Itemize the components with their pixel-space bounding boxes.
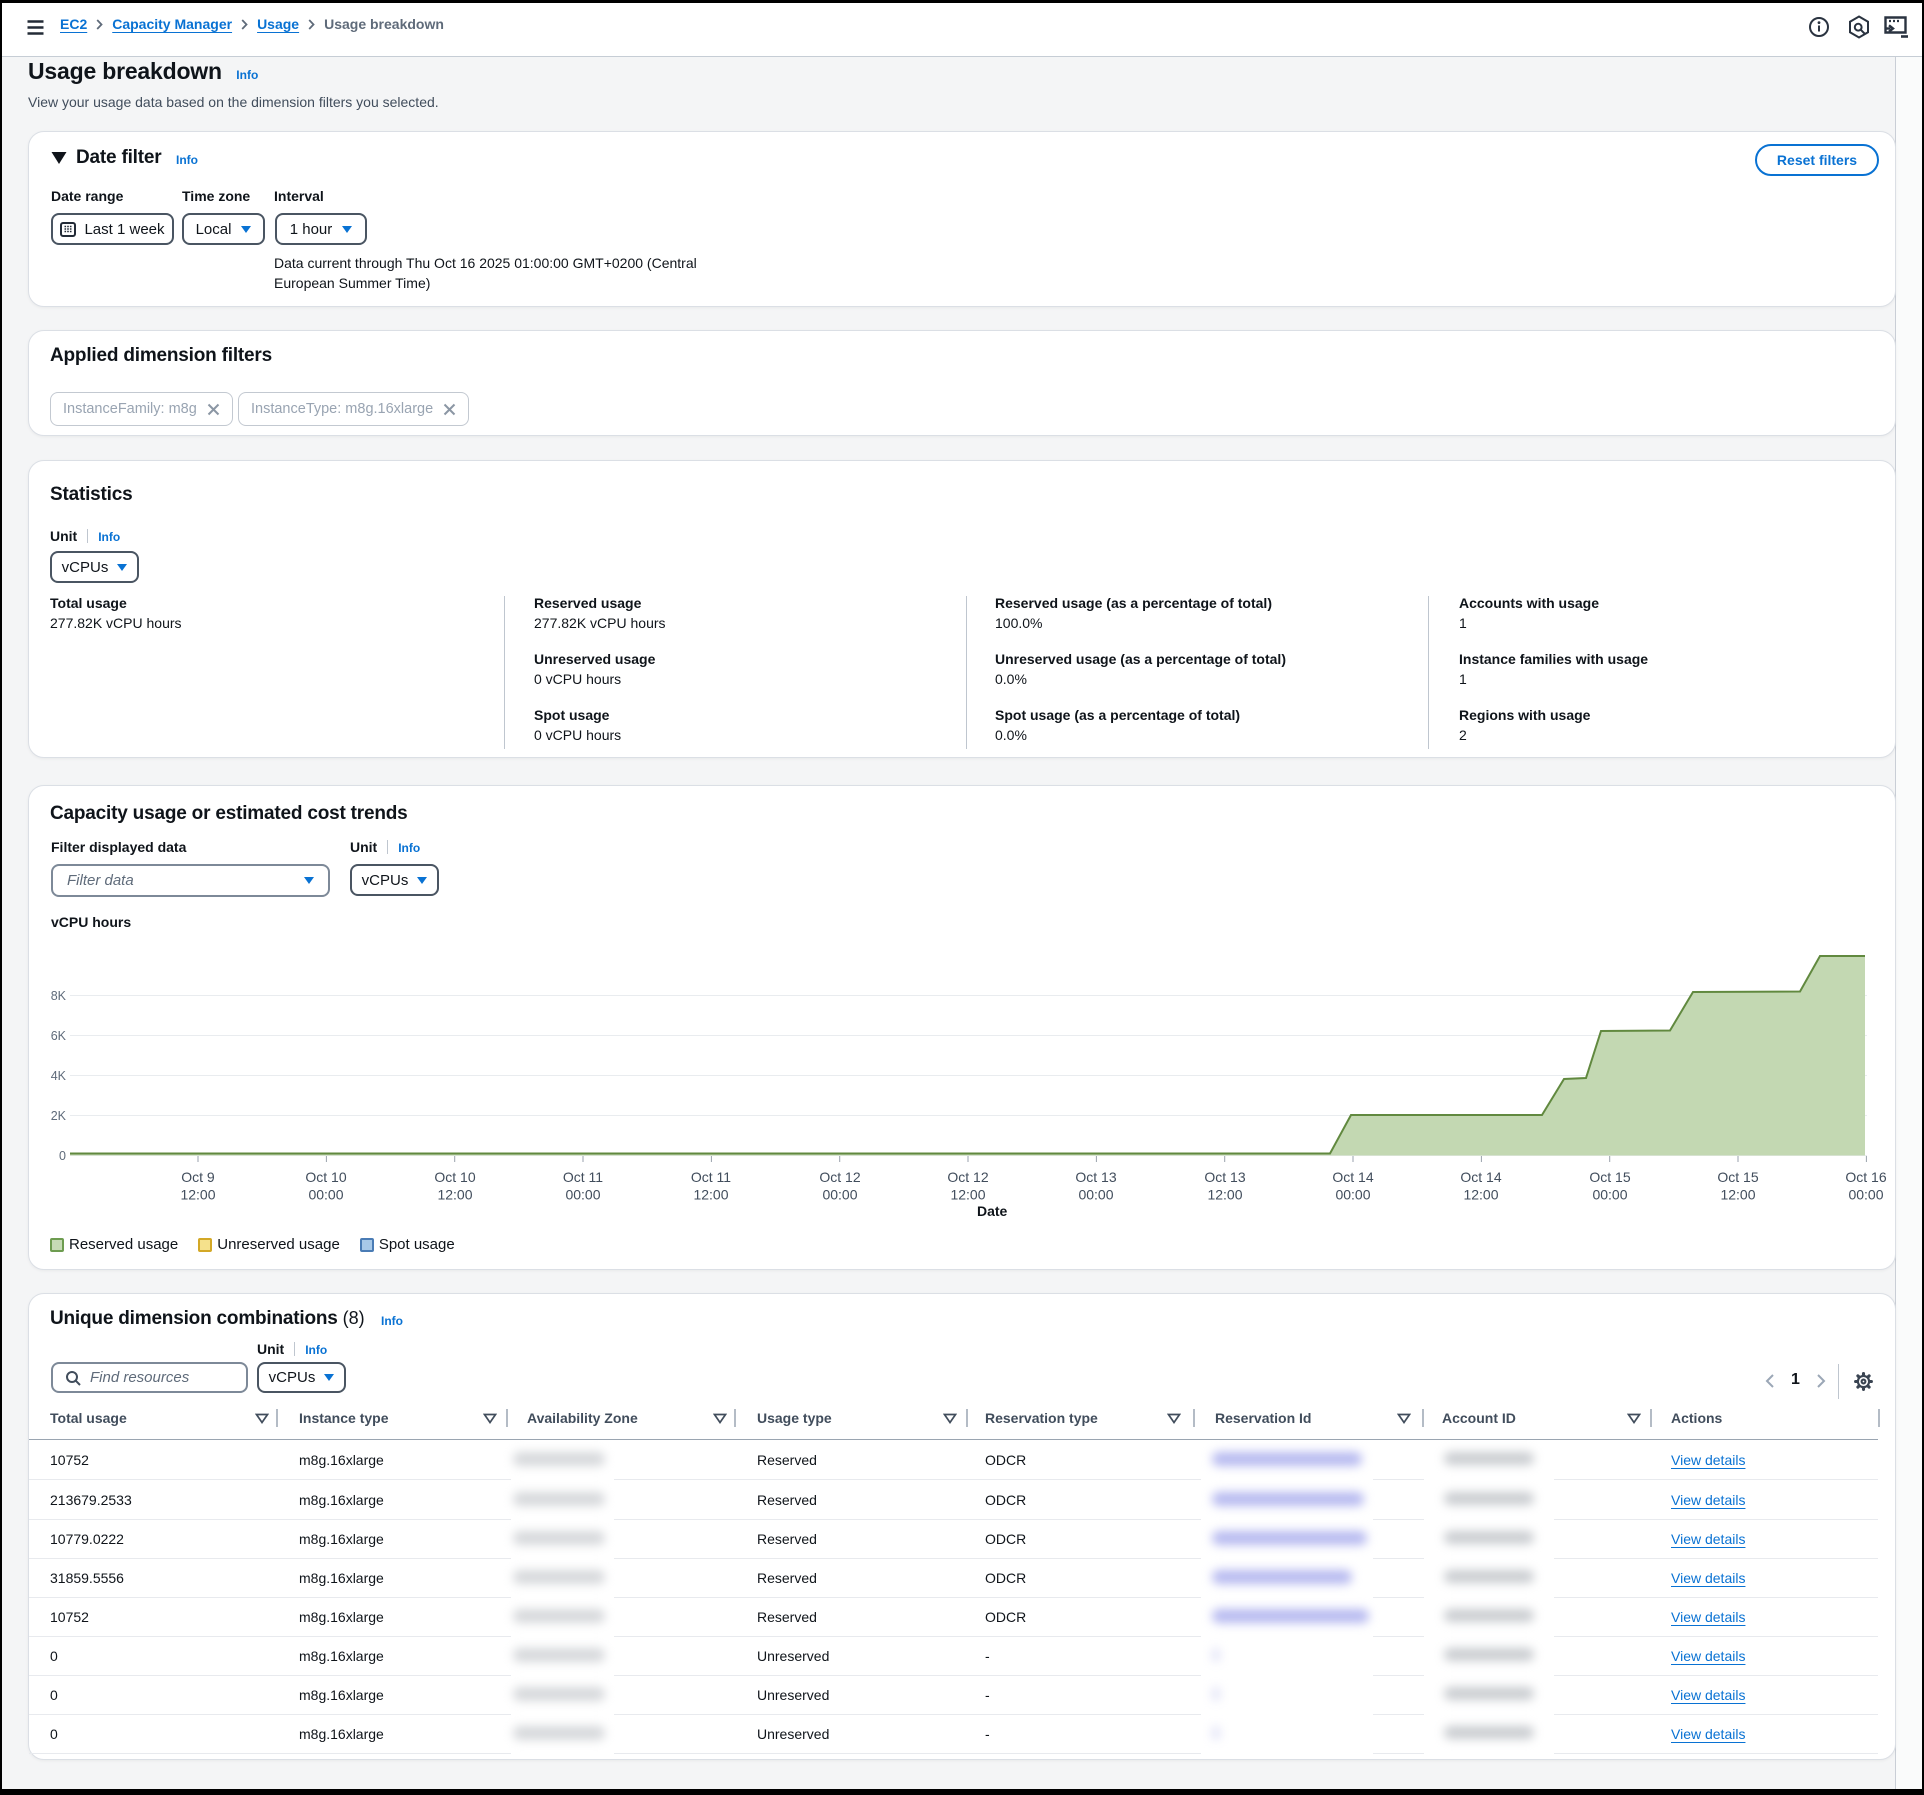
svg-text:00:00: 00:00 [1592,1187,1627,1203]
svg-text:00:00: 00:00 [822,1187,857,1203]
svg-text:00:00: 00:00 [308,1187,343,1203]
svg-text:12:00: 12:00 [693,1187,728,1203]
svg-text:Oct 13: Oct 13 [1075,1169,1116,1185]
svg-text:00:00: 00:00 [565,1187,600,1203]
svg-text:12:00: 12:00 [1463,1187,1498,1203]
svg-text:12:00: 12:00 [437,1187,472,1203]
svg-text:Oct 14: Oct 14 [1332,1169,1373,1185]
svg-text:00:00: 00:00 [1848,1187,1883,1203]
svg-text:12:00: 12:00 [1720,1187,1755,1203]
svg-text:12:00: 12:00 [950,1187,985,1203]
svg-text:12:00: 12:00 [180,1187,215,1203]
svg-text:2K: 2K [51,1109,67,1123]
svg-text:Oct 15: Oct 15 [1717,1169,1758,1185]
svg-text:00:00: 00:00 [1335,1187,1370,1203]
svg-text:Oct 10: Oct 10 [434,1169,475,1185]
svg-text:Oct 12: Oct 12 [947,1169,988,1185]
svg-text:12:00: 12:00 [1207,1187,1242,1203]
svg-text:6K: 6K [51,1029,67,1043]
svg-text:Oct 14: Oct 14 [1460,1169,1501,1185]
svg-text:Oct 15: Oct 15 [1589,1169,1630,1185]
svg-text:4K: 4K [51,1069,67,1083]
svg-text:Oct 11: Oct 11 [691,1169,731,1185]
svg-text:Oct 9: Oct 9 [181,1169,215,1185]
svg-text:Oct 11: Oct 11 [563,1169,603,1185]
svg-text:Oct 12: Oct 12 [819,1169,860,1185]
svg-text:0: 0 [59,1149,66,1163]
svg-text:00:00: 00:00 [1078,1187,1113,1203]
svg-text:Oct 13: Oct 13 [1204,1169,1245,1185]
svg-text:Oct 16: Oct 16 [1845,1169,1886,1185]
svg-text:Oct 10: Oct 10 [305,1169,346,1185]
svg-text:8K: 8K [51,989,67,1003]
